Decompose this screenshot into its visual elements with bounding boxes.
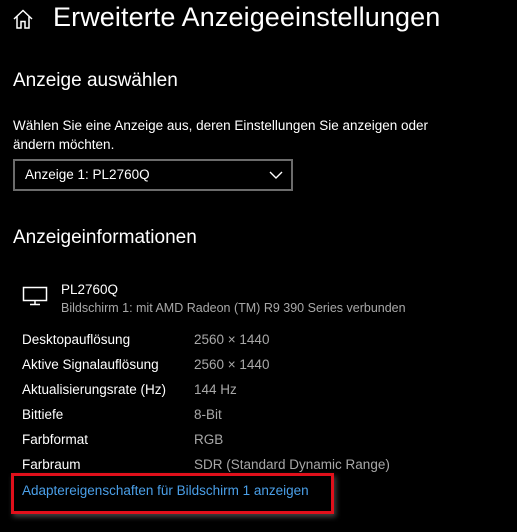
adapter-properties-link[interactable]: Adaptereigenschaften für Bildschirm 1 an… [22, 483, 309, 498]
info-label: Farbformat [22, 432, 89, 447]
info-row-desktop-resolution: Desktopauflösung 2560 × 1440 [22, 332, 502, 352]
display-dropdown-value: Anzeige 1: PL2760Q [25, 167, 150, 182]
info-label: Desktopauflösung [22, 332, 131, 347]
info-row-color-space: Farbraum SDR (Standard Dynamic Range) [22, 457, 502, 477]
info-value: 144 Hz [194, 382, 237, 397]
info-value: 8-Bit [194, 407, 222, 422]
info-label: Farbraum [22, 457, 81, 472]
info-value: SDR (Standard Dynamic Range) [194, 457, 390, 472]
display-dropdown[interactable]: Anzeige 1: PL2760Q [13, 159, 293, 191]
info-row-active-signal-resolution: Aktive Signalauflösung 2560 × 1440 [22, 357, 502, 377]
page-title: Erweiterte Anzeigeeinstellungen [53, 2, 441, 32]
info-row-color-format: Farbformat RGB [22, 432, 502, 452]
info-row-refresh-rate: Aktualisierungsrate (Hz) 144 Hz [22, 382, 502, 402]
info-value: 2560 × 1440 [194, 357, 270, 372]
info-value: 2560 × 1440 [194, 332, 270, 347]
select-display-description: Wählen Sie eine Anzeige aus, deren Einst… [13, 118, 429, 152]
home-icon[interactable] [12, 8, 34, 30]
monitor-connection: Bildschirm 1: mit AMD Radeon (TM) R9 390… [61, 301, 406, 315]
info-row-bit-depth: Bittiefe 8-Bit [22, 407, 502, 427]
info-label: Aktualisierungsrate (Hz) [22, 382, 167, 397]
display-info-heading: Anzeigeinformationen [13, 227, 197, 248]
select-display-heading: Anzeige auswählen [13, 70, 178, 91]
info-value: RGB [194, 432, 224, 447]
monitor-name: PL2760Q [61, 282, 119, 297]
chevron-down-icon [269, 171, 283, 179]
info-label: Bittiefe [22, 407, 64, 422]
monitor-icon [22, 286, 48, 306]
info-label: Aktive Signalauflösung [22, 357, 159, 372]
